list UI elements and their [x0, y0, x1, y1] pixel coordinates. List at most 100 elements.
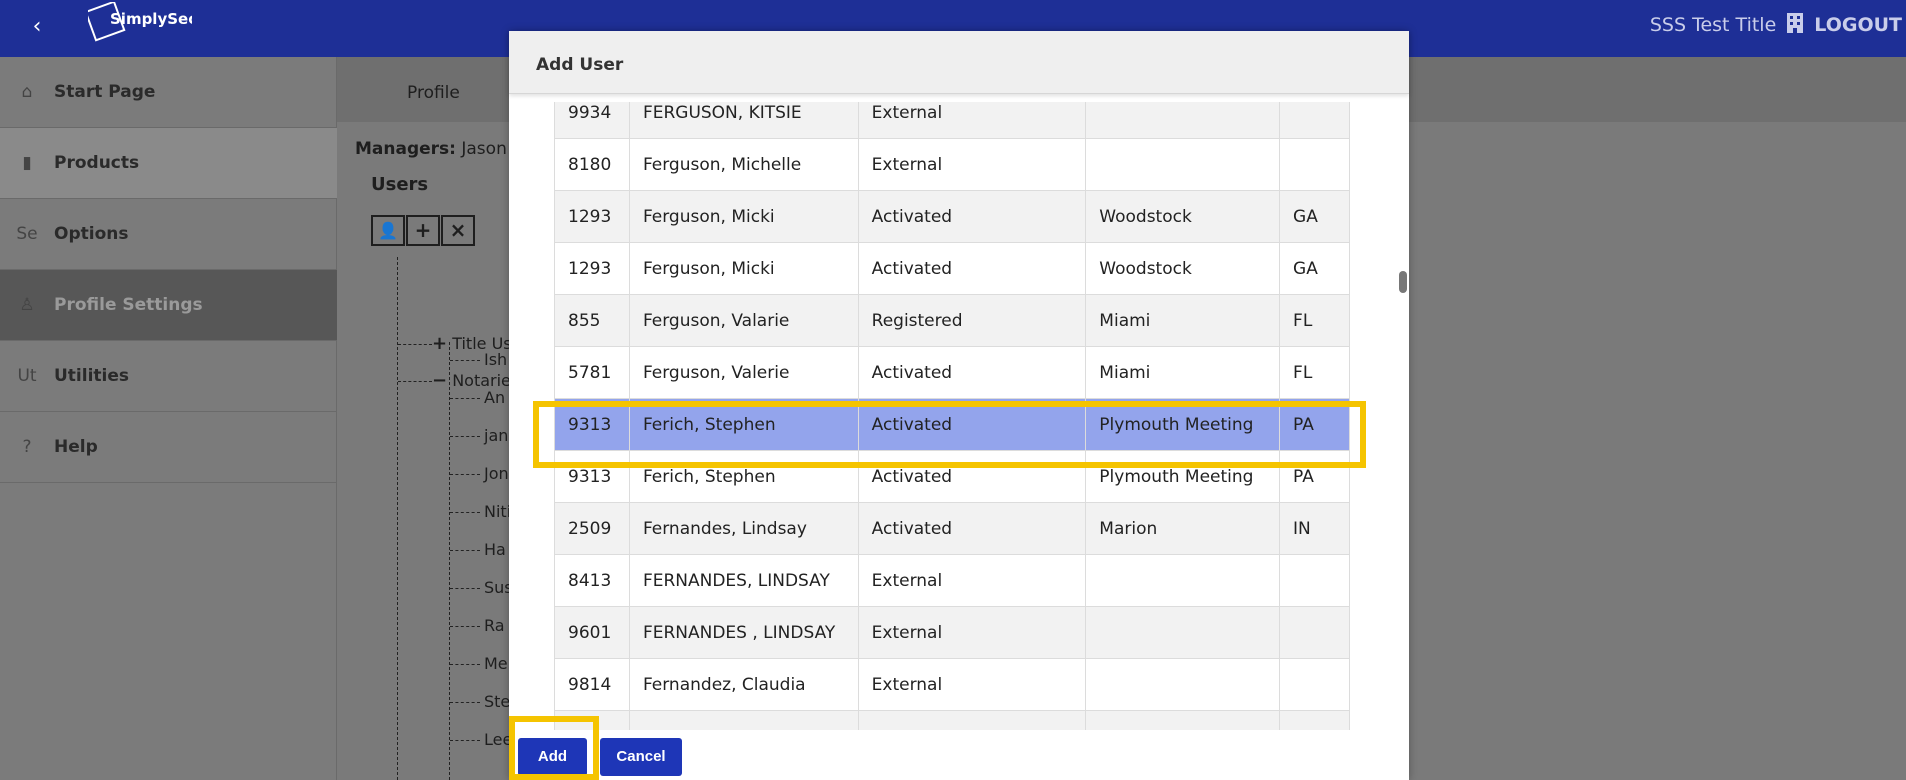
- cell-state: PA: [1279, 450, 1350, 503]
- managers-line: Managers: Jason S: [355, 139, 523, 159]
- tree-leaf[interactable]: An: [450, 388, 505, 407]
- cell-city: [1085, 554, 1281, 607]
- cell-id: 1293: [554, 190, 630, 243]
- tab-profile[interactable]: Profile: [407, 83, 460, 103]
- cancel-button[interactable]: Cancel: [600, 738, 682, 776]
- add-button[interactable]: Add: [518, 738, 587, 776]
- sidebar-item-label: Profile Settings: [54, 295, 203, 315]
- cell-id: 5781: [554, 346, 630, 399]
- table-row-selected[interactable]: 9313 Ferich, Stephen Activated Plymouth Mee…: [554, 398, 1350, 451]
- cell-id: 1293: [554, 242, 630, 295]
- cell-city: Miami: [1085, 294, 1281, 347]
- cell-name: Ferich, Stephen: [628, 450, 859, 503]
- cell-status: External: [857, 554, 1087, 607]
- cell-name: Fernandes, Lindsay: [628, 502, 859, 555]
- tree-leaf[interactable]: Me: [450, 654, 508, 673]
- sidebar-item-options[interactable]: Se Options: [0, 199, 337, 270]
- cell-name: Ferguson, Micki: [628, 242, 859, 295]
- sidebar-item-utilities[interactable]: Ut Utilities: [0, 341, 337, 412]
- cell-state: [1279, 554, 1350, 607]
- table-row[interactable]: 2509 Fernandes, Lindsay Activated Marion IN: [554, 502, 1350, 555]
- cell-status: External: [857, 138, 1087, 191]
- table-row[interactable]: 8180 Ferguson, Michelle External: [554, 138, 1350, 191]
- user-icon[interactable]: 👤: [371, 215, 405, 246]
- svg-text:SimplySecureSign: SimplySecureSign: [110, 10, 192, 28]
- cell-status: Activated: [857, 398, 1087, 451]
- cell-id: 9313: [554, 398, 630, 451]
- document-icon: ▮: [22, 153, 32, 173]
- cell-status: Activated: [857, 346, 1087, 399]
- table-row[interactable]: 9814 Fernandez, Claudia External: [554, 658, 1350, 711]
- tree-leaf[interactable]: Niti: [450, 502, 511, 521]
- cell-id: 9814: [554, 658, 630, 711]
- sidebar-item-products[interactable]: ▮ Products: [0, 128, 337, 199]
- add-icon[interactable]: +: [406, 215, 440, 246]
- cell-name: Fernandez, Claudia: [628, 658, 859, 711]
- tree-leaf[interactable]: Jon: [450, 464, 509, 483]
- cell-city: Miami: [1085, 346, 1281, 399]
- cell-state: [1279, 138, 1350, 191]
- table-row[interactable]: [554, 710, 1350, 730]
- sidebar-item-label: Start Page: [54, 82, 156, 102]
- cell-status: External: [857, 102, 1087, 139]
- table-row[interactable]: 9934 FERGUSON, KITSIE External: [554, 102, 1350, 139]
- top-right-area: SSS Test Title LOGOUT: [1650, 0, 1906, 50]
- users-heading: Users: [371, 174, 429, 195]
- sidebar-item-help[interactable]: ? Help: [0, 412, 337, 483]
- cell-name: FERNANDES , LINDSAY: [628, 606, 859, 659]
- table-row[interactable]: 5781 Ferguson, Valerie Activated Miami FL: [554, 346, 1350, 399]
- cell-city: Marion: [1085, 502, 1281, 555]
- building-icon: [1786, 12, 1804, 39]
- collapse-icon[interactable]: −: [432, 370, 447, 391]
- cell-id: 9601: [554, 606, 630, 659]
- cell-status: Activated: [857, 450, 1087, 503]
- cell-status: Activated: [857, 242, 1087, 295]
- sidebar-item-profile-settings[interactable]: ♙ Profile Settings: [0, 270, 337, 341]
- sidebar-item-label: Utilities: [54, 366, 130, 386]
- user-table-container[interactable]: 9934 FERGUSON, KITSIE External 8180 Ferguson…: [554, 102, 1350, 730]
- cell-state: FL: [1279, 346, 1350, 399]
- logout-button[interactable]: LOGOUT: [1814, 14, 1906, 36]
- table-row[interactable]: 9313 Ferich, Stephen Activated Plymouth Mee…: [554, 450, 1350, 503]
- cell-state: [1279, 658, 1350, 711]
- scrollbar-thumb[interactable]: [1399, 271, 1407, 293]
- org-title: SSS Test Title: [1649, 14, 1777, 36]
- cell-city: Plymouth Meeting: [1085, 450, 1281, 503]
- table-row[interactable]: 9601 FERNANDES , LINDSAY External: [554, 606, 1350, 659]
- modal-header: Add User: [509, 31, 1409, 94]
- chevron-left-icon[interactable]: ‹: [24, 14, 50, 40]
- home-icon: ⌂: [21, 82, 33, 102]
- cell-state: [1279, 102, 1350, 139]
- person-icon: ♙: [19, 295, 35, 315]
- tree-leaf[interactable]: Ste: [450, 692, 510, 711]
- remove-icon[interactable]: ×: [441, 215, 475, 246]
- tree-leaf[interactable]: Ish: [450, 350, 507, 369]
- cell-city: Plymouth Meeting: [1085, 398, 1281, 451]
- cell-state: [1279, 606, 1350, 659]
- options-icon: Se: [16, 224, 38, 244]
- sidebar-item-start-page[interactable]: ⌂ Start Page: [0, 57, 337, 128]
- tree-leaf[interactable]: Sus: [450, 578, 513, 597]
- table-row[interactable]: 1293 Ferguson, Micki Activated Woodstock GA: [554, 190, 1350, 243]
- cell-city: [1085, 710, 1281, 730]
- tree-leaf[interactable]: Lee: [450, 730, 512, 749]
- cell-id: 2509: [554, 502, 630, 555]
- table-row[interactable]: 8413 FERNANDES, LINDSAY External: [554, 554, 1350, 607]
- cell-status: [857, 710, 1087, 730]
- cell-id: [554, 710, 630, 730]
- help-icon: ?: [22, 437, 32, 457]
- cell-id: 8413: [554, 554, 630, 607]
- tree-leaf[interactable]: Ha: [450, 540, 506, 559]
- cell-city: [1085, 102, 1281, 139]
- sidebar-item-label: Options: [54, 224, 129, 244]
- expand-icon[interactable]: +: [432, 333, 447, 354]
- cell-name: Ferguson, Valerie: [628, 346, 859, 399]
- tree-leaf[interactable]: Ra: [450, 616, 505, 635]
- table-row[interactable]: 1293 Ferguson, Micki Activated Woodstock GA: [554, 242, 1350, 295]
- tree-leaf[interactable]: jan: [450, 426, 508, 445]
- table-row[interactable]: 855 Ferguson, Valarie Registered Miami FL: [554, 294, 1350, 347]
- cell-status: Activated: [857, 190, 1087, 243]
- modal-title: Add User: [536, 55, 624, 75]
- cell-name: FERGUSON, KITSIE: [628, 102, 859, 139]
- cell-name: [628, 710, 859, 730]
